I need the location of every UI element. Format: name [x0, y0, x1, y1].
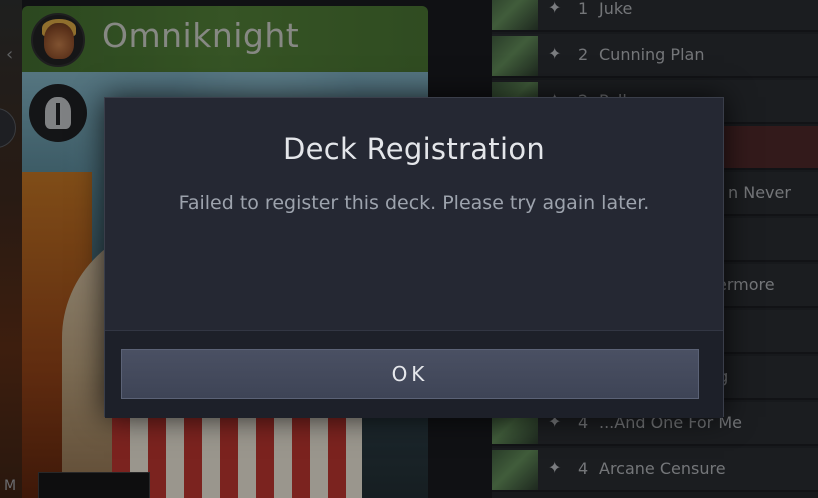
dialog-footer: OK — [105, 330, 723, 418]
deck-registration-dialog: Deck Registration Failed to register thi… — [104, 97, 724, 418]
dialog-message: Failed to register this deck. Please try… — [178, 192, 650, 214]
dialog-title: Deck Registration — [282, 132, 546, 166]
ok-button[interactable]: OK — [121, 349, 699, 399]
